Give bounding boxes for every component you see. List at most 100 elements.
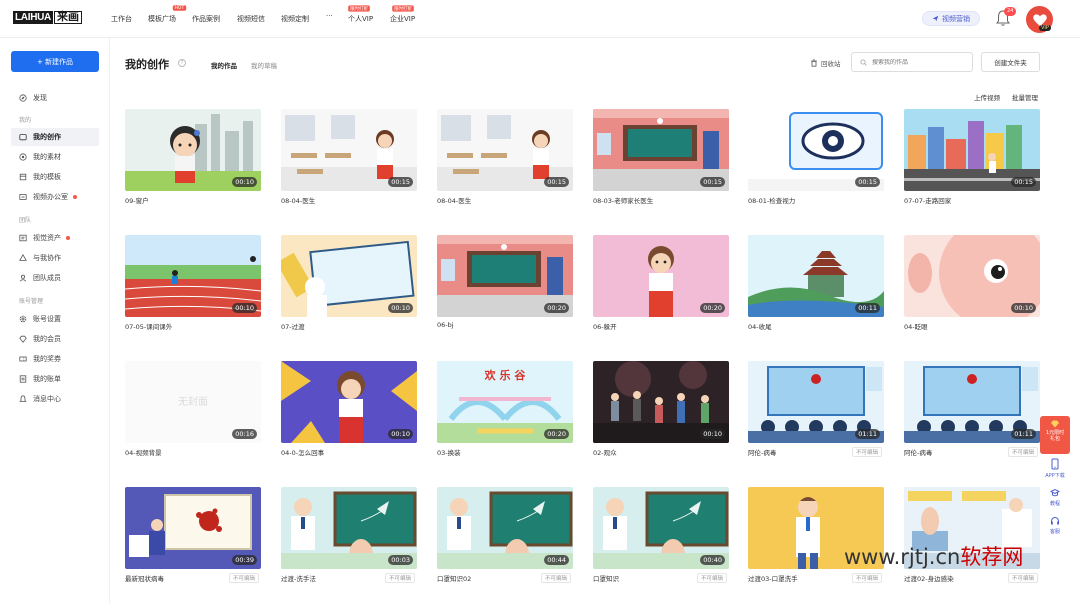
work-card[interactable]: 00:10 04-眨眼: [904, 235, 1040, 335]
nav-workbench[interactable]: 工作台: [111, 14, 132, 24]
nav-more[interactable]: ···: [326, 12, 333, 20]
work-title[interactable]: 04-收尾: [748, 321, 772, 331]
work-title[interactable]: 07-过渡: [281, 321, 305, 331]
work-card[interactable]: 00:10 07-05-课间课外: [125, 235, 261, 335]
new-work-button[interactable]: + 新建作品: [11, 51, 99, 72]
work-thumbnail[interactable]: 00:10: [593, 361, 729, 443]
sidebar-item-visual-assets[interactable]: 视觉资产: [11, 229, 99, 247]
work-title[interactable]: 06-躲开: [593, 321, 617, 331]
work-thumbnail[interactable]: 00:15: [281, 109, 417, 191]
work-card[interactable]: 00:15 07-07-走路回家: [904, 109, 1040, 209]
work-card[interactable]: 00:15 08-01-检查视力: [748, 109, 884, 209]
sidebar-item-rewards[interactable]: 我的奖券: [11, 350, 99, 368]
work-title[interactable]: 07-05-课间课外: [125, 321, 172, 331]
work-card[interactable]: 00:20 06-躲开: [593, 235, 729, 335]
customer-service-button[interactable]: 客服: [1040, 516, 1070, 535]
sidebar-item-video-office[interactable]: 视频办公室: [11, 188, 99, 206]
help-icon[interactable]: ?: [178, 59, 186, 67]
work-card[interactable]: 00:03 过渡-洗手法 不可编辑: [281, 487, 417, 587]
work-thumbnail[interactable]: 00:40: [593, 487, 729, 569]
sidebar-item-membership[interactable]: 我的会员: [11, 330, 99, 348]
nav-personal-vip[interactable]: 个人VIP 限时打折: [348, 5, 373, 24]
work-thumbnail[interactable]: 无封面 00:16: [125, 361, 261, 443]
work-card[interactable]: 00:10 02-观众: [593, 361, 729, 461]
work-thumbnail[interactable]: 00:15: [904, 109, 1040, 191]
work-card[interactable]: 01:11 阿伦-病毒 不可编辑: [904, 361, 1040, 461]
work-card[interactable]: 00:44 口罩知识02 不可编辑: [437, 487, 573, 587]
work-title[interactable]: 08-04-医生: [281, 195, 315, 205]
sidebar-item-account-settings[interactable]: 账号设置: [11, 310, 99, 328]
work-card[interactable]: 00:15 08-04-医生: [437, 109, 573, 209]
work-title[interactable]: 过渡02-身边感染: [904, 573, 954, 583]
laihua-logo[interactable]: LAIHUA 来画: [13, 11, 82, 24]
work-thumbnail[interactable]: 00:39: [125, 487, 261, 569]
work-thumbnail[interactable]: 00:10: [281, 235, 417, 317]
nav-video-sms[interactable]: 视频短信: [237, 14, 265, 24]
work-thumbnail[interactable]: 00:20: [593, 235, 729, 317]
work-card[interactable]: 01:11 阿伦-病毒 不可编辑: [748, 361, 884, 461]
work-title[interactable]: 口罩知识02: [437, 573, 471, 583]
work-card[interactable]: 欢 乐 谷 00:20 03-换装: [437, 361, 573, 461]
batch-manage-link[interactable]: 批量管理: [1012, 92, 1038, 102]
search-input[interactable]: [872, 58, 967, 66]
work-title[interactable]: 过渡-洗手法: [281, 573, 316, 583]
work-card[interactable]: 00:10 09-窗户: [125, 109, 261, 209]
work-title[interactable]: 阿伦-病毒: [748, 447, 776, 457]
work-title[interactable]: 06-bj: [437, 321, 454, 329]
work-title[interactable]: 过渡03-口罩洗手: [748, 573, 798, 583]
work-thumbnail[interactable]: 00:15: [748, 109, 884, 191]
promo-gift-button[interactable]: 1元限时 礼包: [1040, 416, 1070, 454]
work-thumbnail[interactable]: 00:10: [904, 235, 1040, 317]
work-card[interactable]: 00:15 08-03-老师家长医生: [593, 109, 729, 209]
work-thumbnail[interactable]: 00:20: [437, 235, 573, 317]
work-thumbnail[interactable]: 00:10: [125, 235, 261, 317]
nav-showcase[interactable]: 作品案例: [192, 14, 220, 24]
sidebar-item-my-assets[interactable]: 我的素材: [11, 148, 99, 166]
tab-my-drafts[interactable]: 我的草稿: [251, 60, 277, 70]
work-card[interactable]: 00:11 04-收尾: [748, 235, 884, 335]
work-title[interactable]: 07-07-走路回家: [904, 195, 951, 205]
work-thumbnail[interactable]: 00:03: [281, 487, 417, 569]
work-card[interactable]: 过渡03-口罩洗手 不可编辑: [748, 487, 884, 587]
sidebar-item-messages[interactable]: 消息中心: [11, 390, 99, 408]
work-title[interactable]: 04-0-怎么回事: [281, 447, 324, 457]
work-title[interactable]: 最新冠状病毒: [125, 573, 164, 583]
work-card[interactable]: 过渡02-身边感染 不可编辑: [904, 487, 1040, 587]
work-title[interactable]: 03-换装: [437, 447, 461, 457]
sidebar-item-discover[interactable]: 发现: [11, 89, 99, 107]
work-title[interactable]: 08-03-老师家长医生: [593, 195, 653, 205]
work-thumbnail[interactable]: 00:10: [125, 109, 261, 191]
work-thumbnail[interactable]: 00:11: [748, 235, 884, 317]
work-card[interactable]: 00:10 07-过渡: [281, 235, 417, 335]
work-thumbnail[interactable]: 00:44: [437, 487, 573, 569]
upload-video-link[interactable]: 上传视频: [974, 92, 1000, 102]
trash-button[interactable]: 回收站: [810, 58, 841, 68]
sidebar-item-my-templates[interactable]: 我的模板: [11, 168, 99, 186]
work-title[interactable]: 阿伦-病毒: [904, 447, 932, 457]
work-card[interactable]: 无封面 00:16 04-视频背景: [125, 361, 261, 461]
search-box[interactable]: [851, 52, 973, 72]
video-marketing-button[interactable]: 视频营销: [922, 11, 980, 26]
work-title[interactable]: 02-观众: [593, 447, 617, 457]
app-download-button[interactable]: APP下载: [1040, 458, 1070, 479]
work-card[interactable]: 00:15 08-04-医生: [281, 109, 417, 209]
work-thumbnail[interactable]: 00:15: [437, 109, 573, 191]
work-title[interactable]: 口罩知识: [593, 573, 619, 583]
work-card[interactable]: 00:39 最新冠状病毒 不可编辑: [125, 487, 261, 587]
work-card[interactable]: 00:20 06-bj: [437, 235, 573, 335]
work-card[interactable]: 00:10 04-0-怎么回事: [281, 361, 417, 461]
work-thumbnail[interactable]: 01:11: [904, 361, 1040, 443]
create-folder-button[interactable]: 创建文件夹: [981, 52, 1040, 72]
sidebar-item-my-works[interactable]: 我的创作: [11, 128, 99, 146]
work-card[interactable]: 00:40 口罩知识 不可编辑: [593, 487, 729, 587]
tutorial-button[interactable]: 教程: [1040, 488, 1070, 507]
work-title[interactable]: 04-视频背景: [125, 447, 162, 457]
work-thumbnail[interactable]: 01:11: [748, 361, 884, 443]
work-thumbnail[interactable]: 欢 乐 谷 00:20: [437, 361, 573, 443]
work-title[interactable]: 04-眨眼: [904, 321, 928, 331]
nav-video-custom[interactable]: 视频定制: [281, 14, 309, 24]
work-title[interactable]: 08-04-医生: [437, 195, 471, 205]
sidebar-item-collab[interactable]: 与我协作: [11, 249, 99, 267]
work-thumbnail[interactable]: 00:15: [593, 109, 729, 191]
work-title[interactable]: 09-窗户: [125, 195, 149, 205]
